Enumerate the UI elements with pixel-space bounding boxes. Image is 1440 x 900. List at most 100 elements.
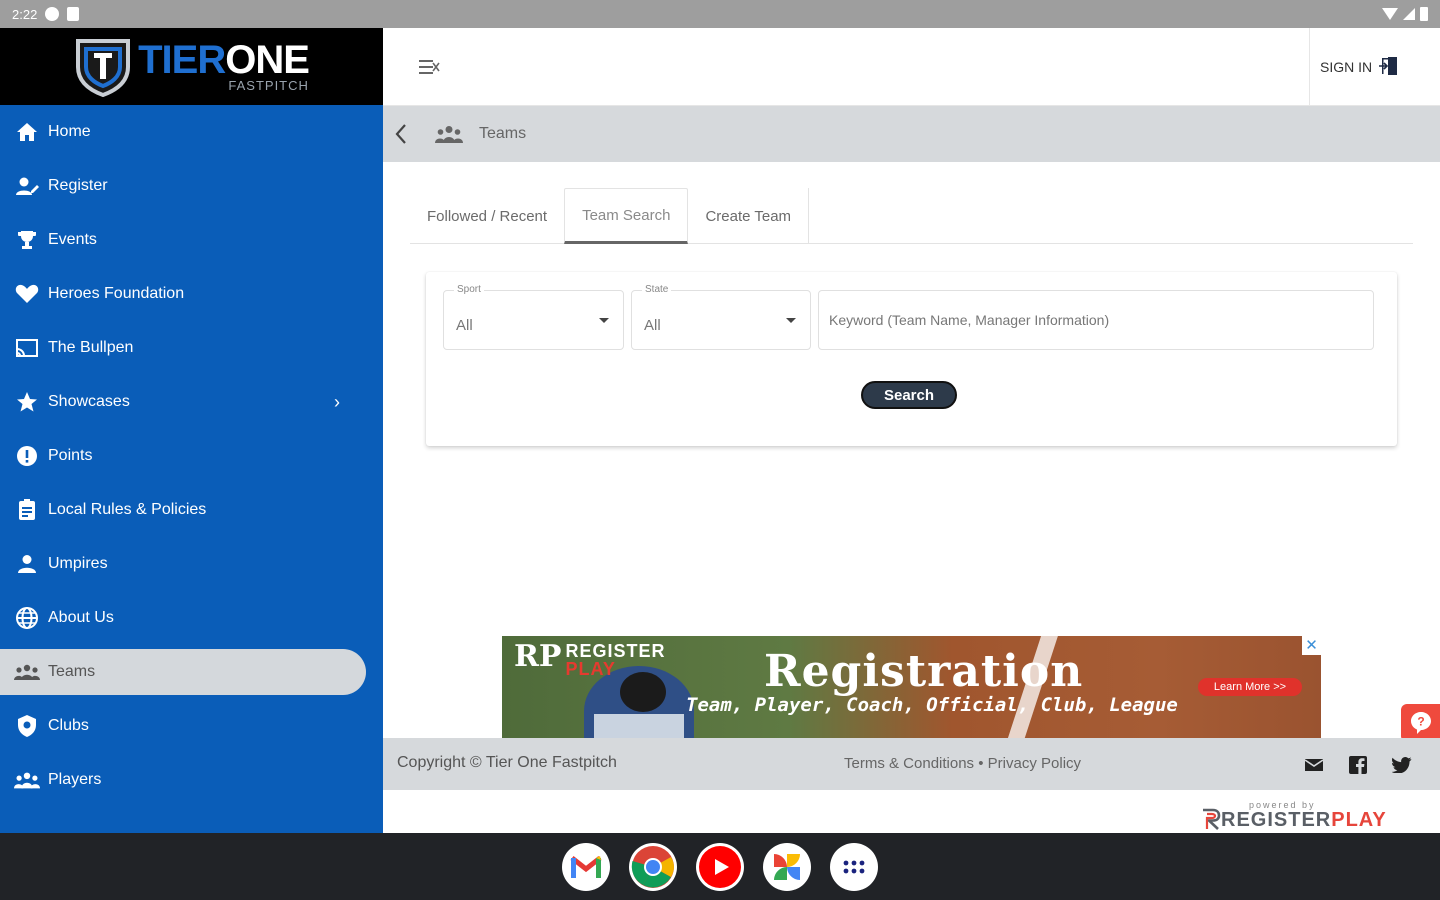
ad-subtitle: Team, Player, Coach, Official, Club, Lea… [686,694,1178,716]
sidebar-item-label: About Us [48,609,114,626]
sidebar-item-label: Events [48,231,97,248]
ad-registerplay-logo: RP REGISTER PLAY [514,639,666,679]
shield-icon [14,714,40,738]
heart-icon [14,282,40,306]
sidebar: TIERONE FASTPITCH Home Register Events H… [0,28,383,833]
back-arrow-icon[interactable] [383,106,419,162]
team-icon [435,124,465,144]
sync-icon [45,7,60,21]
tab-team-search[interactable]: Team Search [564,188,689,244]
chrome-app-icon[interactable] [629,842,677,891]
sign-in-button[interactable]: SIGN IN [1309,28,1440,106]
search-button[interactable]: Search [861,381,957,409]
sidebar-item-events[interactable]: Events [0,213,383,267]
state-select[interactable]: State All [631,284,811,350]
breadcrumb: Teams [383,106,1440,162]
sidebar-item-umpires[interactable]: Umpires [0,537,383,591]
twitter-icon[interactable] [1391,754,1413,776]
footer: Copyright © Tier One Fastpitch Terms & C… [383,738,1440,790]
sidebar-item-label: Home [48,123,91,140]
google-photos-app-icon[interactable] [763,842,811,891]
sd-card-icon [67,7,80,21]
app-launcher-icon[interactable] [830,842,878,891]
app-dock [0,833,1440,900]
registerplay-logo[interactable]: REGISTERPLAY [1201,808,1387,832]
shield-logo-icon [74,37,132,97]
social-links [1303,754,1413,776]
group-icon [14,768,40,792]
trophy-icon [14,228,40,252]
sidebar-item-label: Heroes Foundation [48,285,185,302]
globe-icon [14,606,40,630]
sport-select[interactable]: Sport All [443,284,624,350]
sidebar-item-clubs[interactable]: Clubs [0,699,383,753]
dropdown-caret-icon [599,318,609,323]
sport-select-label: Sport [454,284,484,295]
document-icon [14,498,40,522]
sidebar-item-register[interactable]: Register [0,159,383,213]
ad-close-icon[interactable]: ✕ [1302,636,1321,655]
ad-umpire-shirt [594,714,684,738]
sidebar-item-label: Players [48,771,102,788]
sport-select-value: All [456,317,473,334]
alert-icon [14,444,40,468]
sign-in-label: SIGN IN [1320,59,1373,75]
battery-icon [1420,7,1428,21]
dropdown-caret-icon [786,318,796,323]
sidebar-item-teams[interactable]: Teams [0,649,366,695]
tab-followed-recent[interactable]: Followed / Recent [410,188,564,244]
sign-in-icon [1378,55,1400,80]
ad-learn-more-button[interactable]: Learn More >> [1198,678,1302,696]
sidebar-item-label: Clubs [48,717,89,734]
youtube-app-icon[interactable] [696,842,744,891]
state-select-label: State [642,284,672,295]
gmail-app-icon[interactable] [562,842,610,891]
privacy-link[interactable]: Privacy Policy [988,755,1081,772]
ad-title: Registration [764,646,1084,697]
footer-copyright: Copyright © Tier One Fastpitch [397,754,617,771]
tab-create-team[interactable]: Create Team [688,188,810,244]
wifi-icon [1382,8,1398,20]
brand-subtitle: FASTPITCH [228,78,309,93]
brand-logo[interactable]: TIERONE FASTPITCH [0,28,383,105]
star-icon [14,390,40,414]
help-chat-icon: ? [1410,712,1431,734]
svg-text:?: ? [1417,715,1424,729]
sidebar-item-label: The Bullpen [48,339,134,356]
footer-separator: • [978,755,984,772]
sidebar-item-points[interactable]: Points [0,429,383,483]
help-button[interactable]: ? [1401,704,1440,742]
team-search-card: Sport All State All Search [426,272,1397,446]
cast-icon [14,336,40,360]
sidebar-item-players[interactable]: Players [0,753,383,807]
sidebar-item-local-rules[interactable]: Local Rules & Policies [0,483,383,537]
breadcrumb-current: Teams [479,125,527,142]
sidebar-item-home[interactable]: Home [0,105,383,159]
sidebar-item-the-bullpen[interactable]: The Bullpen [0,321,383,375]
person-icon [14,552,40,576]
keyword-search-input[interactable] [818,290,1374,350]
email-icon[interactable] [1303,754,1325,776]
sidebar-item-heroes-foundation[interactable]: Heroes Foundation [0,267,383,321]
sidebar-item-label: Points [48,447,93,464]
terms-link[interactable]: Terms & Conditions [844,755,974,772]
powered-by: powered by REGISTERPLAY [383,790,1440,833]
ad-umpire-mask [620,672,666,712]
signal-icon [1403,8,1415,20]
ad-banner[interactable]: RP REGISTER PLAY Registration Team, Play… [502,636,1321,738]
chevron-right-icon: › [334,392,340,412]
sidebar-item-label: Showcases [48,393,130,410]
brand-name: TIERONE [138,38,310,82]
facebook-icon[interactable] [1347,754,1369,776]
status-bar: 2:22 [0,0,1440,28]
sidebar-item-showcases[interactable]: Showcases › [0,375,383,429]
top-app-bar: SIGN IN [383,28,1440,106]
state-select-value: All [644,317,661,334]
sidebar-item-label: Teams [48,663,96,680]
sidebar-item-label: Local Rules & Policies [48,501,207,518]
home-icon [14,120,40,144]
sidebar-item-about-us[interactable]: About Us [0,591,383,645]
sidebar-nav: Home Register Events Heroes Foundation T… [0,105,383,807]
menu-collapse-icon[interactable] [419,60,440,74]
sidebar-item-label: Umpires [48,555,108,572]
